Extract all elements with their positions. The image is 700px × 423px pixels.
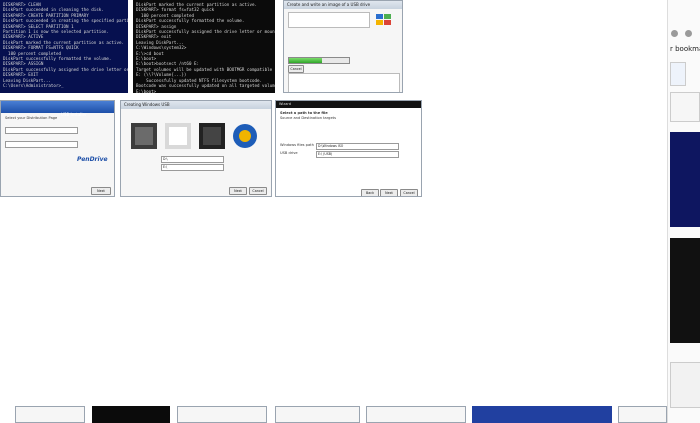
app-logo-icon [374,12,394,26]
thumbnail-usb-installer[interactable]: USB Installer Select your Distribution P… [0,100,115,197]
next-button[interactable]: Next [91,187,111,195]
thumbnail-strip-7[interactable] [618,406,667,423]
thumbnail-diskpart-blue[interactable]: DISKPART> CLEAN DiskPart succeeded in cle… [0,0,128,93]
image-results-gallery: DISKPART> CLEAN DiskPart succeeded in cle… [0,0,667,423]
back-button[interactable]: Back [361,189,379,196]
source-path-field[interactable]: D:\Windows ISO [316,143,399,150]
bookmark-label: r bookmark [670,45,700,53]
right-side-panel: r bookmark [667,0,700,423]
thumbnail-strip-5[interactable] [366,406,466,423]
star-icon[interactable] [671,30,678,37]
console-line: DiskPart succeeded in creating the speci… [3,18,128,24]
thumbnail-strip-3[interactable] [177,406,267,423]
menu-icon[interactable] [685,30,692,37]
wizard-titlebar: Wizard [276,101,421,108]
cancel-button[interactable]: Cancel [288,65,304,73]
source-label: Windows files path [280,143,314,147]
thumbnail-strip-1[interactable] [15,406,85,423]
thumbnail-windows-usb-creator[interactable]: Creating Windows USB D:\ E:\ Next Cancel [120,100,272,197]
thumbnail-strip-2[interactable] [92,406,170,423]
next-button[interactable]: Next [380,189,398,196]
next-button[interactable]: Next [229,187,247,195]
thumbnail-wizard[interactable]: Wizard Select a path to the file Source … [275,100,422,197]
dest-label: USB drive [280,151,298,155]
thumbnail-usb-image-tool[interactable]: Create and write an image of a USB drive… [283,0,403,93]
windows-editions-icons [131,121,261,151]
iso-path-field[interactable] [5,141,78,148]
cancel-button[interactable]: Cancel [400,189,418,196]
log-output [288,73,400,92]
source-drive-field[interactable]: D:\ [161,156,224,163]
drive-list[interactable] [288,12,370,28]
pendrive-logo: PenDrive [77,156,108,163]
side-preview-navy [670,132,700,227]
installer-header: USB Installer [1,101,114,117]
window-titlebar: Create and write an image of a USB drive [284,1,402,9]
distribution-select[interactable] [5,127,78,134]
console-line: Bootcode was successfully updated on all… [136,83,275,89]
write-progress-bar [288,57,350,64]
dest-path-field[interactable]: E:\ (USB) [316,151,399,158]
thumbnail-strip-6[interactable] [472,406,612,423]
target-drive-field[interactable]: E:\ [161,164,224,171]
console-line: C:\Users\Administrator>_ [3,83,64,89]
installer-heading: Select your Distribution Page [5,116,58,120]
side-preview-window [670,362,700,408]
side-preview-black [670,238,700,343]
side-icon-2[interactable] [670,92,700,122]
wizard-subheading: Source and Destination targets [280,116,336,120]
cancel-button[interactable]: Cancel [249,187,267,195]
console-line: E:\boot> [136,88,157,94]
thumbnail-strip-4[interactable] [275,406,360,423]
side-icon-1[interactable] [670,62,686,86]
thumbnail-diskpart-black[interactable]: DiskPart marked the current partition as… [133,0,275,93]
window-titlebar: Creating Windows USB [121,101,271,109]
